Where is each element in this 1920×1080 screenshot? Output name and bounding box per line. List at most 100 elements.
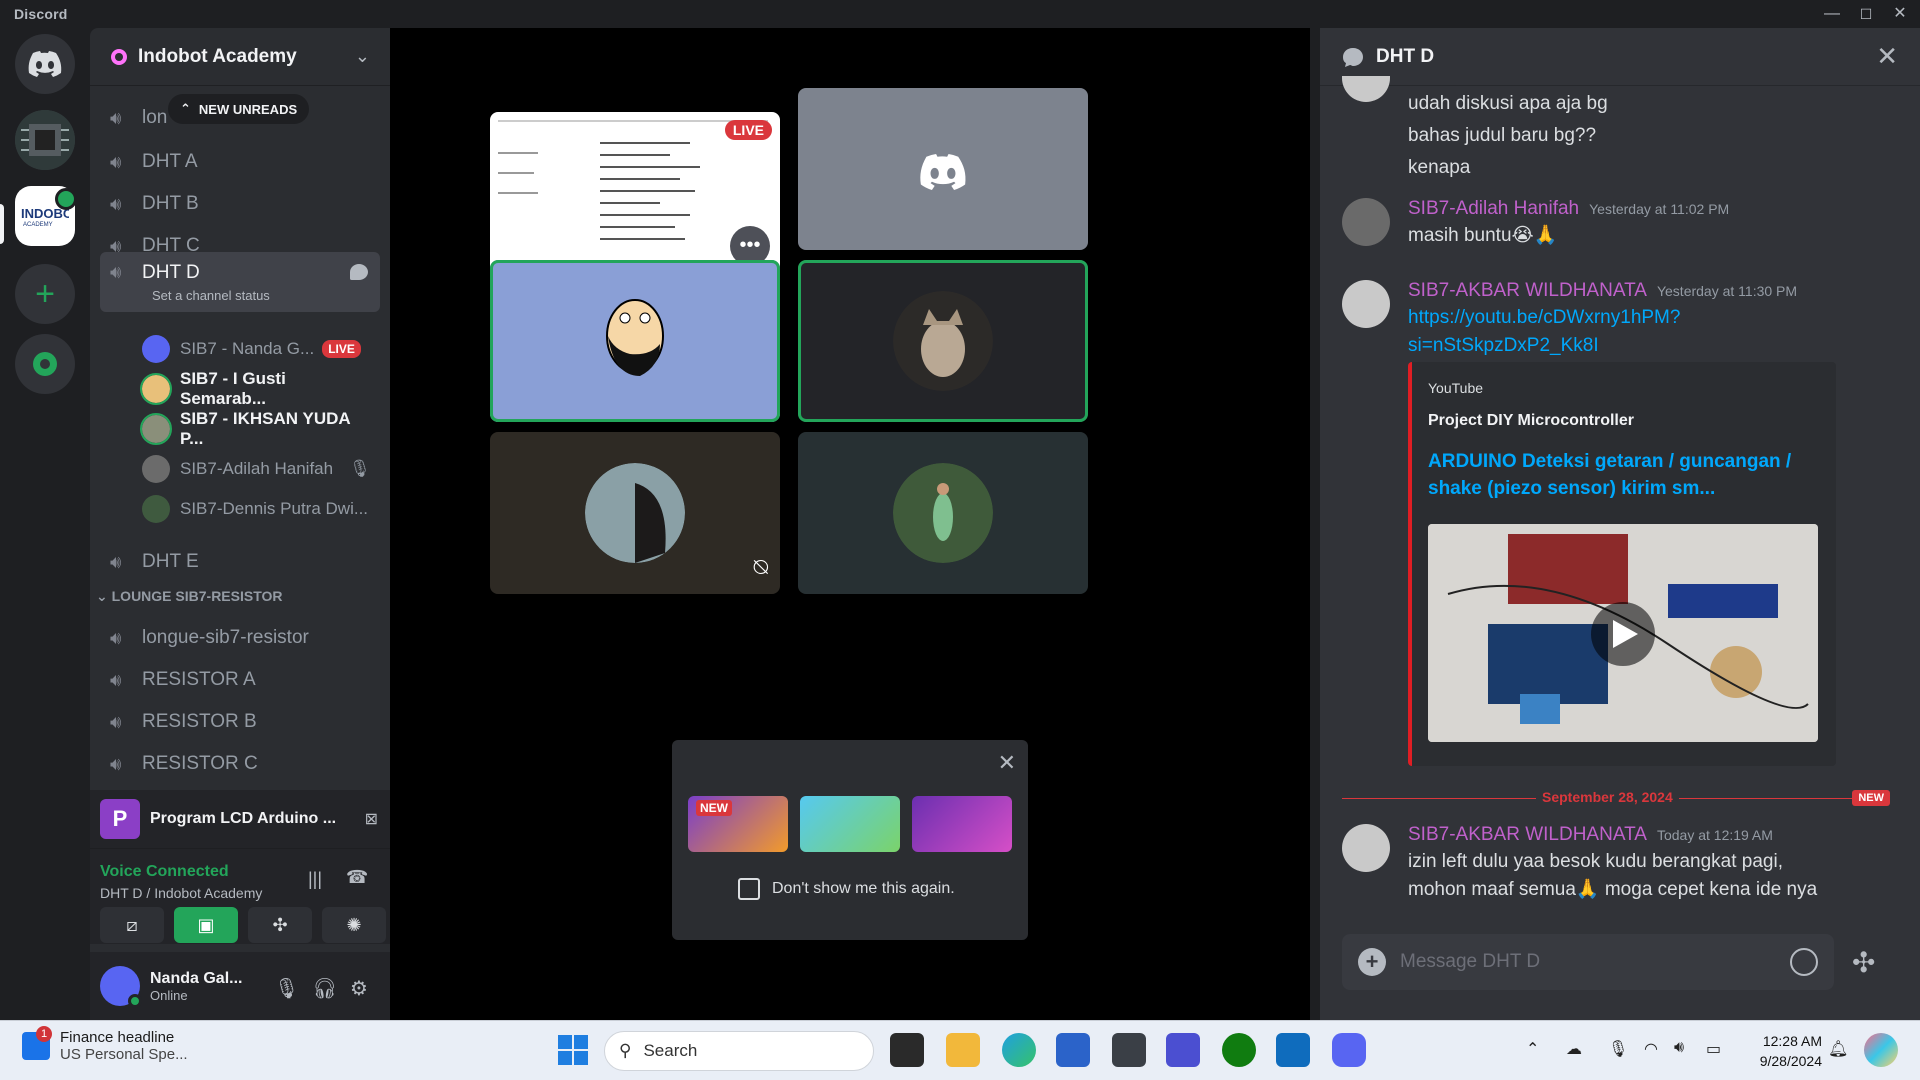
microphone-icon[interactable]: 🎙︎ — [274, 976, 299, 1001]
microphone-icon[interactable]: 🎙︎ — [1608, 1039, 1628, 1059]
file-explorer-icon[interactable] — [946, 1033, 980, 1067]
voice-user[interactable]: SIB7-Dennis Putra Dwi... — [142, 492, 372, 526]
notification-badge: 1 — [36, 1026, 52, 1042]
participant-tile[interactable] — [798, 260, 1088, 422]
avatar[interactable] — [1342, 824, 1390, 872]
channel-resistor-b[interactable]: 🔊︎ RESISTOR B — [100, 702, 380, 742]
avatar[interactable] — [1342, 76, 1390, 102]
stream-tile[interactable]: LIVE ••• — [490, 112, 780, 274]
disconnect-icon[interactable]: ☎ — [346, 867, 368, 888]
noise-suppression-icon[interactable]: ||| — [308, 869, 322, 890]
copilot-icon[interactable] — [1864, 1033, 1898, 1067]
taskbar-search[interactable]: ⚲ Search — [604, 1031, 874, 1071]
app-cube-icon[interactable] — [1112, 1033, 1146, 1067]
start-button[interactable] — [556, 1033, 590, 1067]
user-name[interactable]: Nanda Gal... — [150, 970, 242, 988]
discord-taskbar-icon[interactable] — [1332, 1033, 1366, 1067]
channel-resistor-a[interactable]: 🔊︎ RESISTOR A — [100, 660, 380, 700]
voice-location[interactable]: DHT D / Indobot Academy — [100, 885, 262, 901]
camera-off-button[interactable]: ⧄ — [100, 907, 164, 943]
activities-button[interactable]: ✣ — [248, 907, 312, 943]
maximize-button[interactable]: ☐ — [1850, 2, 1882, 26]
embed-author[interactable]: Project DIY Microcontroller — [1428, 412, 1634, 430]
video-thumbnail[interactable] — [1428, 524, 1818, 742]
headphones-icon[interactable]: 🎧︎ — [312, 976, 337, 1001]
settings-gear-icon[interactable]: ⚙ — [350, 976, 368, 1001]
volume-icon[interactable]: 🔊︎ — [1674, 1039, 1684, 1057]
screen-share-button[interactable]: ▣ — [174, 907, 238, 943]
close-chat-icon[interactable]: ✕ — [1876, 41, 1898, 72]
channel-dht-e[interactable]: 🔊︎ DHT E — [100, 542, 380, 582]
game-card-farm[interactable] — [800, 796, 900, 852]
channel-dht-a[interactable]: 🔊︎ DHT A — [100, 142, 380, 182]
outlook-icon[interactable] — [1276, 1033, 1310, 1067]
stop-stream-icon[interactable]: ⊠ — [365, 809, 378, 829]
activities-promo-popup: ✕ NEW Don't show me this again. — [672, 740, 1028, 940]
chat-bubble-icon[interactable] — [350, 264, 368, 280]
participant-tile[interactable] — [490, 260, 780, 422]
message-author[interactable]: SIB7-Adilah Hanifah Yesterday at 11:02 PM — [1408, 198, 1729, 220]
direct-messages-button[interactable] — [15, 34, 75, 94]
discover-button[interactable] — [15, 334, 75, 394]
message-link[interactable]: si=nStSkpzDxP2_Kk8I — [1408, 332, 1599, 360]
message-link[interactable]: https://youtu.be/cDWxrny1hPM? — [1408, 304, 1680, 332]
edge-browser-icon[interactable] — [1002, 1033, 1036, 1067]
close-window-button[interactable]: ✕ — [1884, 2, 1916, 26]
channel-dht-d[interactable]: 🔊︎ DHT D Set a channel status — [100, 252, 380, 312]
emoji-icon[interactable] — [1790, 948, 1818, 976]
speaker-icon: 🔊︎ — [110, 151, 122, 172]
channel-status-text[interactable]: Set a channel status — [152, 288, 270, 303]
message-author[interactable]: SIB7-AKBAR WILDHANATA Yesterday at 11:30 … — [1408, 280, 1797, 302]
microsoft-store-icon[interactable] — [1056, 1033, 1090, 1067]
avatar[interactable] — [1342, 198, 1390, 246]
message-input[interactable] — [1400, 951, 1790, 973]
video-stage: LIVE ••• ⍉ ✕ NEW Don't show me this agai… — [390, 28, 1310, 1020]
xbox-icon[interactable] — [1222, 1033, 1256, 1067]
avatar[interactable] — [1342, 280, 1390, 328]
category-header[interactable]: ⌄ LOUNGE SIB7-RESISTOR — [96, 588, 283, 605]
windows-logo-icon — [558, 1035, 588, 1065]
channel-resistor-c[interactable]: 🔊︎ RESISTOR C — [100, 744, 380, 784]
game-card-phone[interactable] — [912, 796, 1012, 852]
soundboard-button[interactable]: ✺ — [322, 907, 386, 943]
notification-bell-icon[interactable]: 🔔︎ — [1828, 1039, 1848, 1059]
apps-icon[interactable]: ✣ — [1852, 946, 1875, 979]
avatar — [893, 463, 993, 563]
dont-show-again[interactable]: Don't show me this again. — [738, 878, 955, 900]
participant-tile[interactable] — [798, 432, 1088, 594]
voice-status[interactable]: Voice Connected — [100, 863, 229, 881]
system-clock[interactable]: 12:28 AM 9/28/2024 — [1742, 1031, 1822, 1071]
voice-user[interactable]: SIB7 - IKHSAN YUDA P... — [140, 409, 372, 448]
activity-panel[interactable]: P Program LCD Arduino ... ⊠ — [90, 790, 390, 848]
wifi-icon[interactable]: ◠ — [1644, 1039, 1658, 1059]
game-card-kingdoms[interactable]: NEW — [688, 796, 788, 852]
add-server-button[interactable]: + — [15, 264, 75, 324]
minimize-button[interactable]: — — [1816, 2, 1848, 26]
avatar[interactable] — [100, 966, 142, 1008]
embed-title[interactable]: ARDUINO Deteksi getaran / guncangan / sh… — [1428, 448, 1808, 502]
news-widget[interactable]: 1 Finance headline US Personal Spe... — [22, 1026, 188, 1063]
participant-tile[interactable] — [798, 88, 1088, 250]
voice-user[interactable]: SIB7 - I Gusti Semarab... — [140, 369, 372, 408]
divider-date: September 28, 2024 — [1536, 789, 1679, 805]
voice-user[interactable]: SIB7 - Nanda G... LIVE — [142, 332, 372, 366]
news-subtitle: US Personal Spe... — [60, 1046, 188, 1063]
discord-logo-icon — [920, 154, 966, 190]
participant-tile[interactable]: ⍉ — [490, 432, 780, 594]
chevron-up-icon[interactable]: ⌃ — [1526, 1039, 1539, 1059]
checkbox[interactable] — [738, 878, 760, 900]
task-view-icon[interactable] — [890, 1033, 924, 1067]
battery-icon[interactable]: ▭ — [1706, 1039, 1721, 1059]
channel-longue-sib7-resistor[interactable]: 🔊︎ longue-sib7-resistor — [100, 618, 380, 658]
onedrive-icon[interactable]: ☁ — [1566, 1039, 1582, 1059]
server-icon-circuit[interactable] — [15, 110, 75, 170]
server-header[interactable]: Indobot Academy ⌄ — [90, 28, 390, 86]
close-icon[interactable]: ✕ — [998, 750, 1016, 776]
attach-plus-icon[interactable]: + — [1358, 948, 1386, 976]
channel-dht-b[interactable]: 🔊︎ DHT B — [100, 184, 380, 224]
embed-provider[interactable]: YouTube — [1428, 380, 1483, 396]
new-unreads-button[interactable]: ⌃ NEW UNREADS — [168, 94, 310, 124]
message-author[interactable]: SIB7-AKBAR WILDHANATA Today at 12:19 AM — [1408, 824, 1773, 846]
app-chart-icon[interactable] — [1166, 1033, 1200, 1067]
voice-user[interactable]: SIB7-Adilah Hanifah 🎙︎ — [142, 452, 372, 486]
